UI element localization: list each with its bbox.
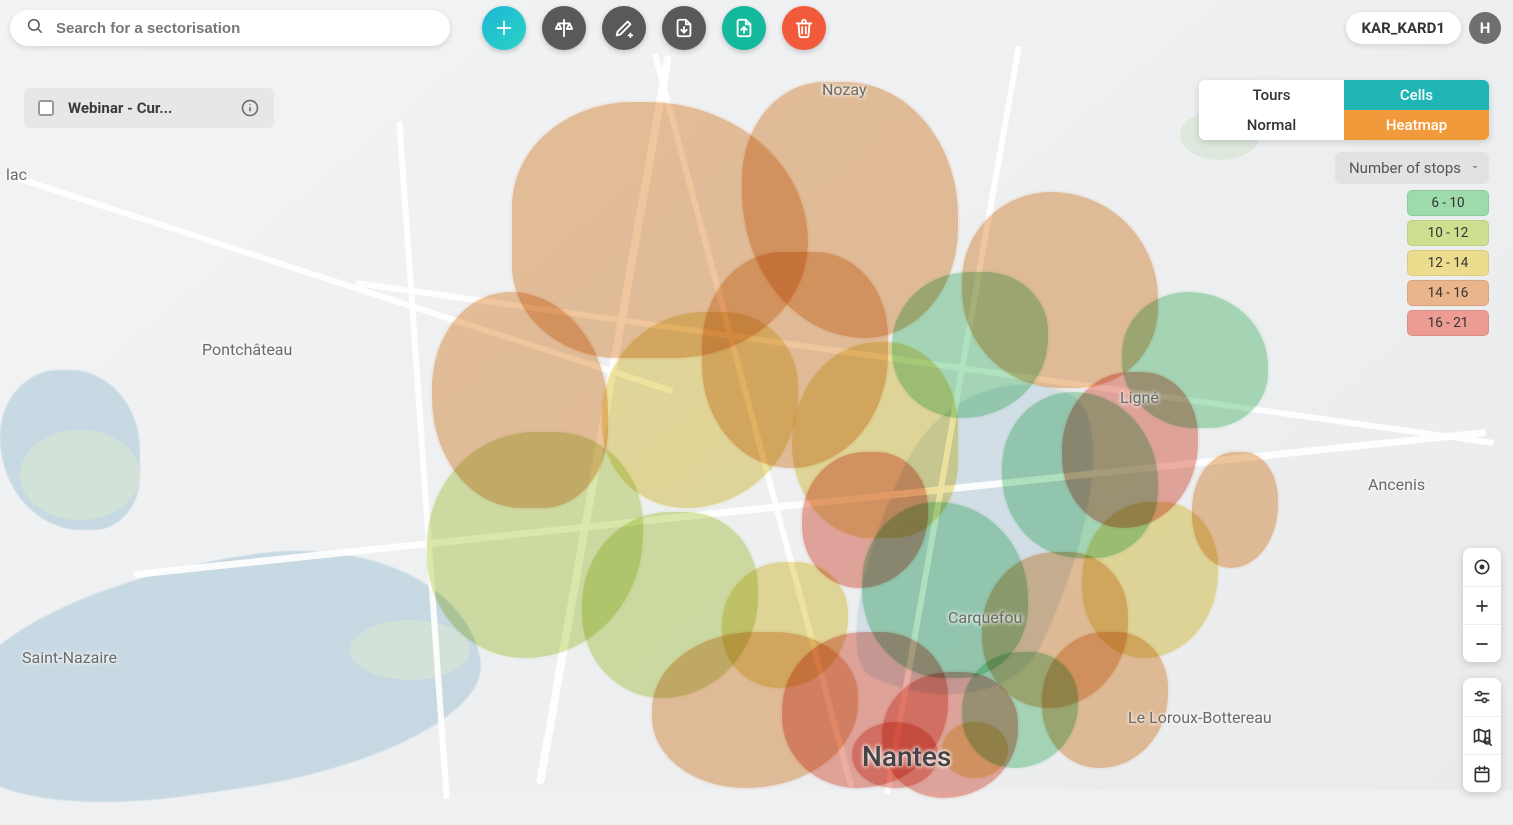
metric-dropdown[interactable]: Number of stops bbox=[1335, 152, 1489, 184]
search-bar[interactable] bbox=[10, 10, 450, 46]
import-button[interactable] bbox=[662, 6, 706, 50]
delete-button[interactable] bbox=[782, 6, 826, 50]
legend-item: 14 - 16 bbox=[1407, 280, 1489, 306]
info-icon[interactable] bbox=[240, 98, 260, 118]
search-input[interactable] bbox=[56, 20, 434, 37]
toggle-heatmap[interactable]: Heatmap bbox=[1344, 110, 1489, 140]
legend-item: 12 - 14 bbox=[1407, 250, 1489, 276]
item-label: Webinar - Cur... bbox=[68, 99, 226, 117]
user-name: KAR_KARD1 bbox=[1346, 12, 1461, 44]
map-search-button[interactable] bbox=[1463, 716, 1501, 754]
zoom-controls bbox=[1463, 548, 1501, 662]
city-label: Pontchâteau bbox=[202, 340, 292, 359]
legend-item: 10 - 12 bbox=[1407, 220, 1489, 246]
chevron-down-icon bbox=[1469, 159, 1481, 177]
search-icon bbox=[26, 17, 44, 39]
toggle-tours[interactable]: Tours bbox=[1199, 80, 1344, 110]
heatmap-legend: 6 - 10 10 - 12 12 - 14 14 - 16 16 - 21 bbox=[1407, 190, 1489, 336]
sectorisation-item[interactable]: Webinar - Cur... bbox=[24, 88, 274, 128]
toggle-normal[interactable]: Normal bbox=[1199, 110, 1344, 140]
user-avatar[interactable]: H bbox=[1469, 12, 1501, 44]
action-toolbar bbox=[482, 6, 826, 50]
balance-button[interactable] bbox=[542, 6, 586, 50]
user-menu[interactable]: KAR_KARD1 H bbox=[1346, 10, 1501, 46]
zoom-out-button[interactable] bbox=[1463, 624, 1501, 662]
item-checkbox[interactable] bbox=[38, 100, 54, 116]
filter-button[interactable] bbox=[1463, 678, 1501, 716]
metric-label: Number of stops bbox=[1349, 159, 1461, 177]
legend-item: 16 - 21 bbox=[1407, 310, 1489, 336]
legend-item: 6 - 10 bbox=[1407, 190, 1489, 216]
export-button[interactable] bbox=[722, 6, 766, 50]
view-toggles: Tours Cells Normal Heatmap bbox=[1199, 80, 1489, 140]
sector-heatmap bbox=[420, 70, 1280, 790]
add-button[interactable] bbox=[482, 6, 526, 50]
toggle-cells[interactable]: Cells bbox=[1344, 80, 1489, 110]
edit-button[interactable] bbox=[602, 6, 646, 50]
zoom-in-button[interactable] bbox=[1463, 586, 1501, 624]
calendar-button[interactable] bbox=[1463, 754, 1501, 792]
map-tools bbox=[1463, 678, 1501, 792]
recenter-button[interactable] bbox=[1463, 548, 1501, 586]
city-label: Ancenis bbox=[1368, 475, 1425, 494]
